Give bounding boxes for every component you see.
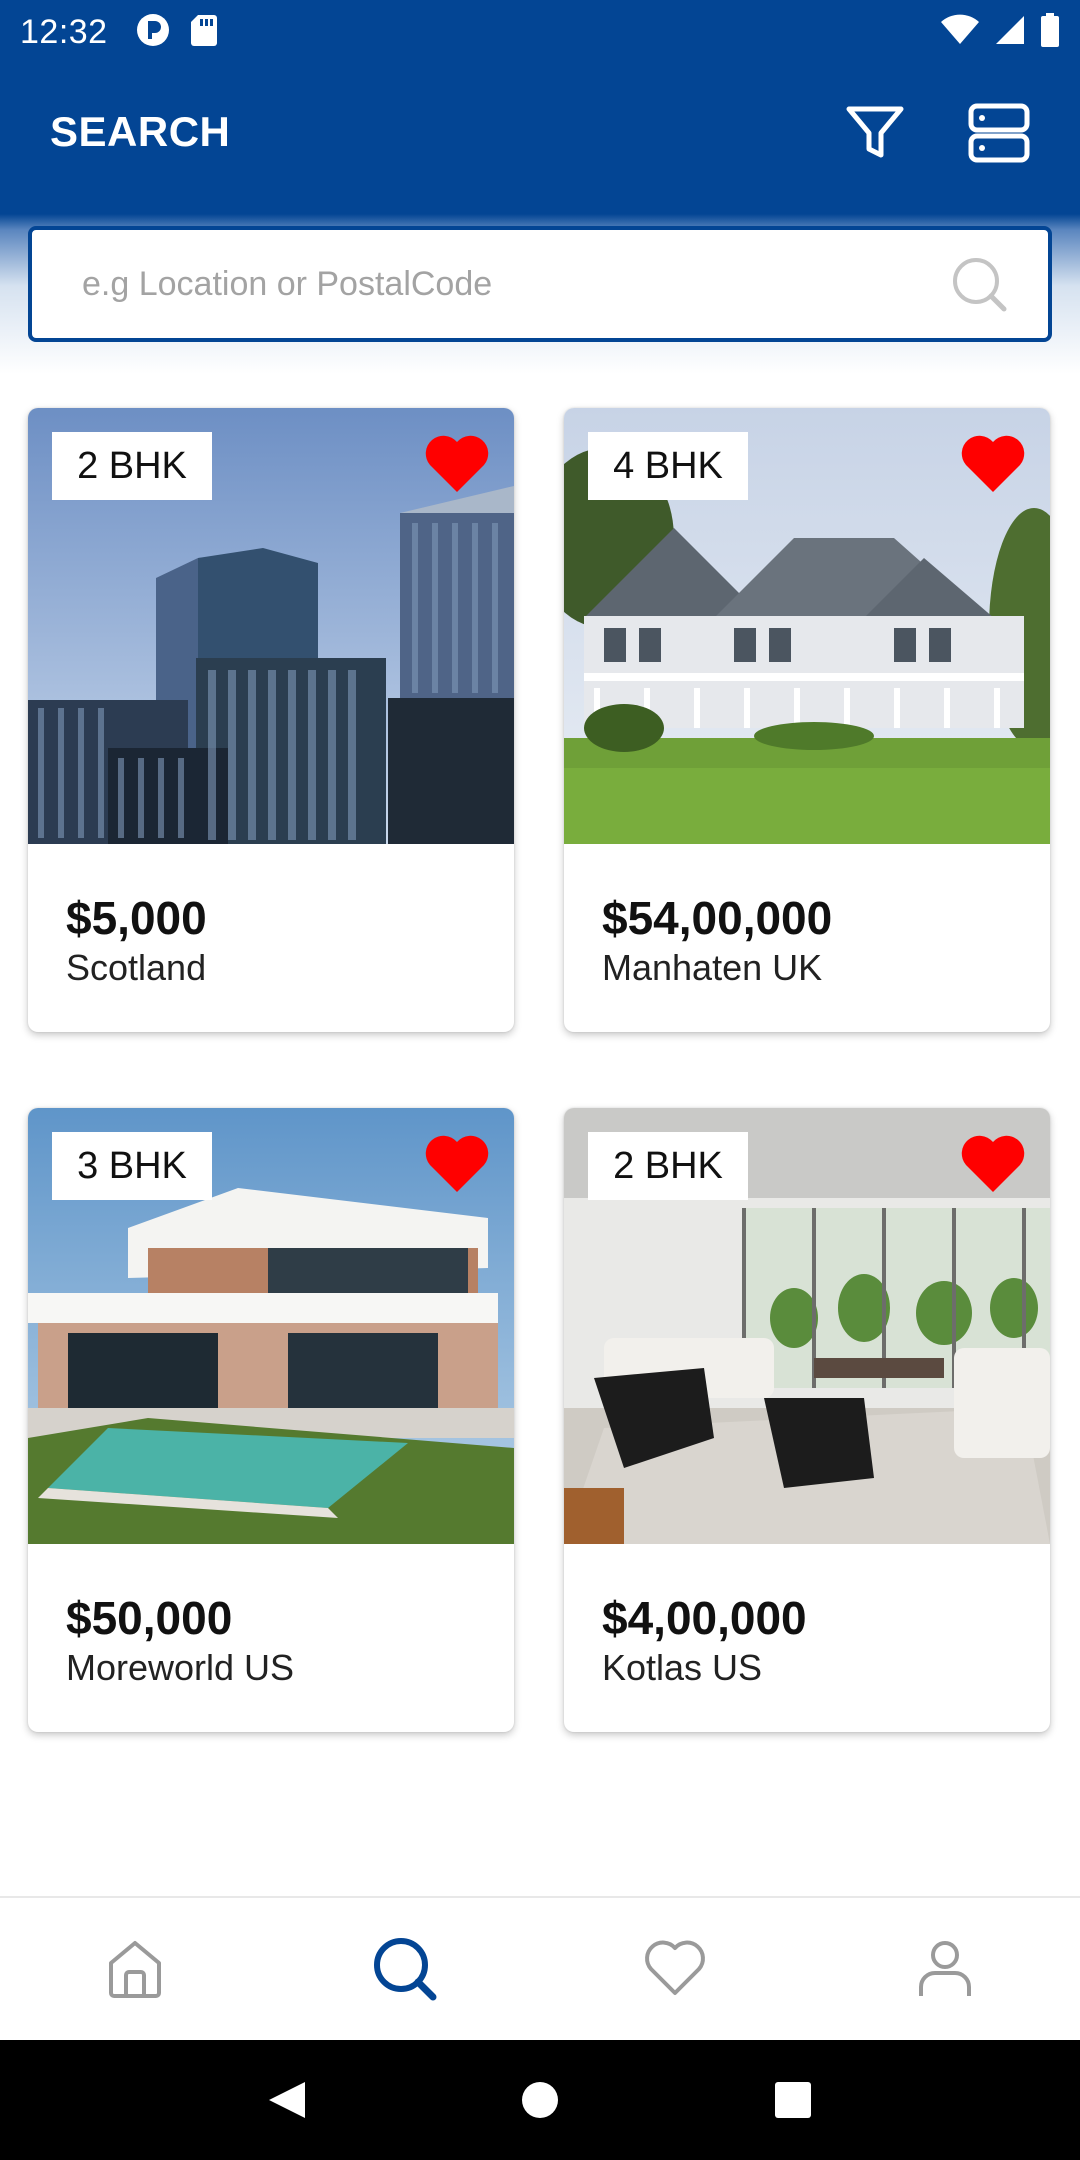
home-circle-icon	[521, 2082, 558, 2118]
favorite-button[interactable]	[958, 1132, 1028, 1196]
bhk-badge: 2 BHK	[52, 432, 212, 500]
listing-card[interactable]: 2 BHK $5,000 Scotland	[28, 408, 514, 1032]
heart-filled-icon	[425, 1135, 489, 1192]
listing-price: $54,00,000	[602, 892, 833, 944]
home-icon	[109, 1941, 161, 1998]
bhk-badge: 3 BHK	[52, 1132, 212, 1200]
notification-app-icon	[136, 13, 170, 52]
system-recents-button[interactable]	[758, 2065, 828, 2135]
system-home-button[interactable]	[505, 2065, 575, 2135]
favorite-button[interactable]	[958, 432, 1028, 496]
nav-favorites[interactable]	[540, 1898, 810, 2040]
status-bar: 12:32	[0, 0, 1080, 64]
listing-info: $4,00,000 Kotlas US	[564, 1544, 1050, 1732]
heart-icon	[645, 1940, 705, 1995]
system-back-button[interactable]	[252, 2065, 322, 2135]
favorite-button[interactable]	[422, 432, 492, 496]
listing-price: $4,00,000	[602, 1592, 807, 1644]
listing-card[interactable]: 3 BHK $50,000 Moreworld US	[28, 1108, 514, 1732]
nav-home[interactable]	[0, 1898, 270, 2040]
listing-card[interactable]: 2 BHK $4,00,000 Kotlas US	[564, 1108, 1050, 1732]
recents-square-icon	[775, 2082, 812, 2118]
search-input[interactable]	[82, 264, 950, 304]
page-title: SEARCH	[50, 108, 231, 155]
nav-search[interactable]	[270, 1898, 540, 2040]
nav-profile[interactable]	[810, 1898, 1080, 2040]
listing-price: $50,000	[66, 1592, 233, 1644]
listing-location: Scotland	[66, 947, 207, 988]
listing-info: $54,00,000 Manhaten UK	[564, 844, 1050, 1032]
search-icon	[374, 1938, 437, 2001]
app-bar: SEARCH	[0, 64, 1080, 214]
list-layout-icon	[968, 103, 1030, 163]
wifi-icon	[940, 14, 980, 51]
listing-price: $5,000	[66, 892, 207, 944]
heart-filled-icon	[961, 435, 1025, 492]
search-box[interactable]	[28, 226, 1052, 342]
listing-location: Manhaten UK	[602, 947, 823, 988]
filter-button[interactable]	[844, 102, 906, 164]
profile-icon	[919, 1941, 971, 1996]
listing-info: $5,000 Scotland	[28, 844, 514, 1032]
cell-signal-icon	[994, 14, 1026, 51]
sd-card-icon	[190, 14, 218, 51]
favorite-button[interactable]	[422, 1132, 492, 1196]
listing-info: $50,000 Moreworld US	[28, 1544, 514, 1732]
search-icon[interactable]	[950, 255, 1008, 313]
battery-icon	[1040, 12, 1060, 52]
heart-filled-icon	[961, 1135, 1025, 1192]
filter-icon	[846, 106, 904, 158]
bhk-badge: 4 BHK	[588, 432, 748, 500]
back-triangle-icon	[268, 2082, 305, 2118]
status-time: 12:32	[20, 12, 108, 51]
listing-card[interactable]: 4 BHK $54,00,000 Manhaten UK	[564, 408, 1050, 1032]
listing-location: Moreworld US	[66, 1647, 295, 1688]
heart-filled-icon	[425, 435, 489, 492]
bottom-navigation	[0, 1896, 1080, 2040]
listing-location: Kotlas US	[602, 1647, 763, 1688]
bhk-badge: 2 BHK	[588, 1132, 748, 1200]
layout-toggle-button[interactable]	[968, 102, 1030, 164]
system-navigation-bar	[0, 2040, 1080, 2160]
